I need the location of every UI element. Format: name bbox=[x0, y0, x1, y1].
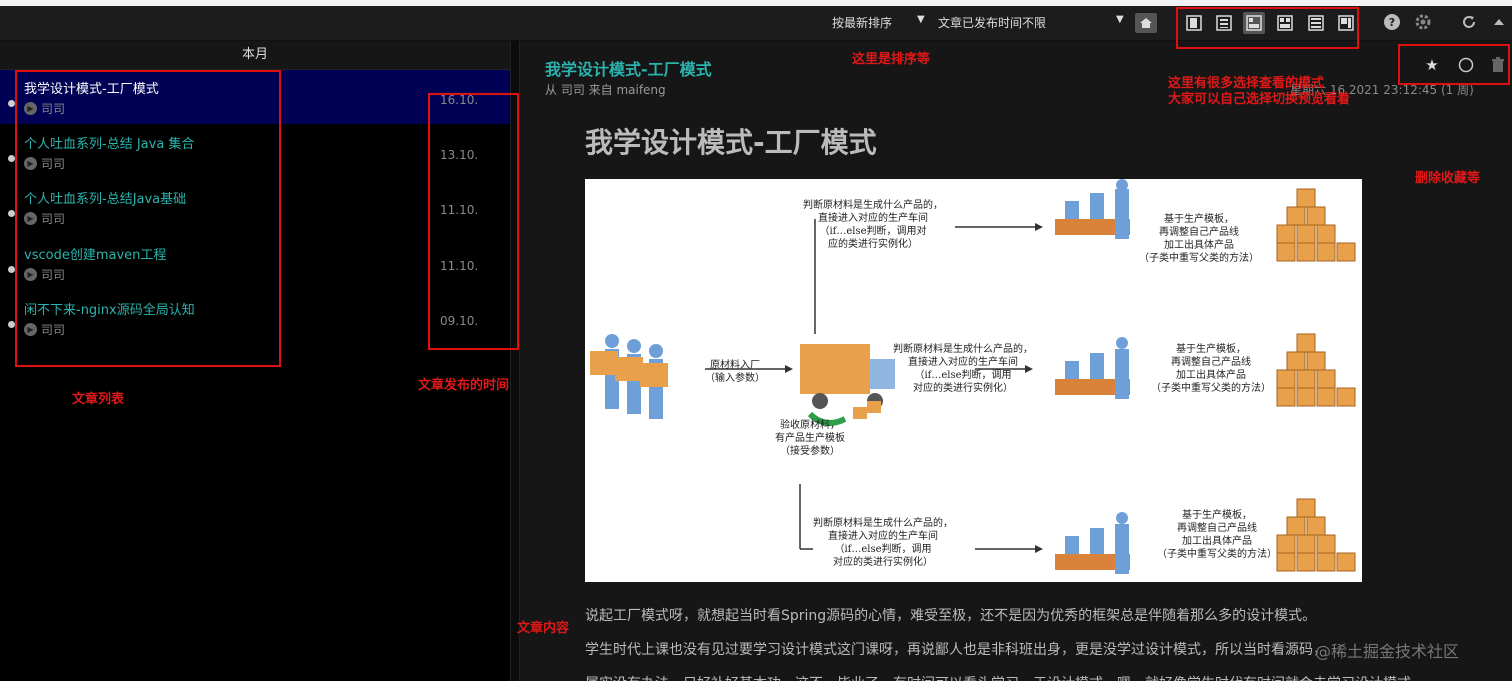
annotation-sort: 这里是排序等 bbox=[852, 52, 931, 67]
svg-text:?: ? bbox=[1389, 16, 1395, 29]
collapse-up-icon[interactable] bbox=[1489, 12, 1509, 32]
gear-icon[interactable] bbox=[1413, 12, 1433, 32]
refresh-icon[interactable] bbox=[1459, 12, 1479, 32]
annotation-actions: 删除收藏等 bbox=[1415, 171, 1481, 186]
month-group-header: 本月 bbox=[0, 41, 510, 70]
unread-dot bbox=[8, 155, 15, 162]
article-header-title[interactable]: 我学设计模式-工厂模式 bbox=[545, 56, 712, 80]
article-meta: 从 司司 来自 maifeng bbox=[545, 83, 666, 97]
annotation-box-actions bbox=[1398, 44, 1510, 85]
annotation-view-modes: 这里有很多选择查看的模式 大家可以自己选择切换预览看着 bbox=[1168, 76, 1351, 107]
article-content-title: 我学设计模式-工厂模式 bbox=[585, 126, 877, 159]
diagram-raw-label: 原材料入厂 （输入参数） bbox=[705, 360, 765, 384]
unread-dot bbox=[8, 210, 15, 217]
article-paragraph: 学生时代上课也没有见过要学习设计模式这门课呀，再说鄙人也是非科班出身，更是没学过… bbox=[585, 642, 1327, 658]
diagram-produce-label: 基于生产模板， 再调整自己产品线 加工出具体产品 （子类中重写父类的方法） bbox=[1157, 510, 1277, 560]
annotation-box-view-modes bbox=[1176, 7, 1359, 49]
watermark: @稀土掘金技术社区 bbox=[1315, 642, 1460, 661]
article-paragraph: 说起工厂模式呀，就想起当时看Spring源码的心情，难受至极，还不是因为优秀的框… bbox=[585, 608, 1317, 624]
home-icon[interactable] bbox=[1135, 13, 1157, 33]
diagram-judge-label: 判断原材料是生成什么产品的， 直接进入对应的生产车间 （if…else判断，调用… bbox=[813, 518, 953, 568]
annotation-list: 文章列表 bbox=[72, 392, 125, 407]
diagram-judge-label: 判断原材料是生成什么产品的， 直接进入对应的生产车间 （if…else判断，调用… bbox=[803, 200, 943, 250]
annotation-box-dates bbox=[428, 93, 519, 350]
diagram-produce-label: 基于生产模板， 再调整自己产品线 加工出具体产品 （子类中重写父类的方法） bbox=[1151, 344, 1271, 394]
unread-dot bbox=[8, 100, 15, 107]
diagram-produce-label: 基于生产模板， 再调整自己产品线 加工出具体产品 （子类中重写父类的方法） bbox=[1139, 214, 1259, 264]
annotation-content: 文章内容 bbox=[517, 621, 570, 636]
article-pane: 我学设计模式-工厂模式 从 司司 来自 maifeng 星期六 16 2021 … bbox=[520, 41, 1512, 681]
unread-dot bbox=[8, 266, 15, 273]
diagram-check-label: 验收原材料， 有产品生产模板 （接受参数） bbox=[775, 420, 845, 457]
diagram-judge-label: 判断原材料是生成什么产品的， 直接进入对应的生产车间 （if…else判断，调用… bbox=[893, 344, 1033, 394]
factory-pattern-diagram: 原材料入厂 （输入参数） 验收原材料， 有产品生产模板 （接受参数） 判断原材料… bbox=[585, 179, 1362, 582]
chevron-down-icon[interactable]: ▼ bbox=[917, 14, 925, 25]
article-paragraph: 属实没有办法，只好补好基本功。这不，毕业了，有时间可以看头学习，于设计模式。嗯，… bbox=[585, 673, 1425, 681]
help-icon[interactable]: ? bbox=[1382, 12, 1402, 32]
annotation-dates: 文章发布的时间 bbox=[418, 378, 510, 393]
annotation-box-list bbox=[15, 70, 281, 367]
time-filter-dropdown[interactable]: 文章已发布时间不限 bbox=[938, 14, 1046, 31]
unread-dot bbox=[8, 321, 15, 328]
sort-dropdown[interactable]: 按最新排序 bbox=[832, 14, 892, 31]
chevron-down-icon[interactable]: ▼ bbox=[1116, 14, 1124, 25]
